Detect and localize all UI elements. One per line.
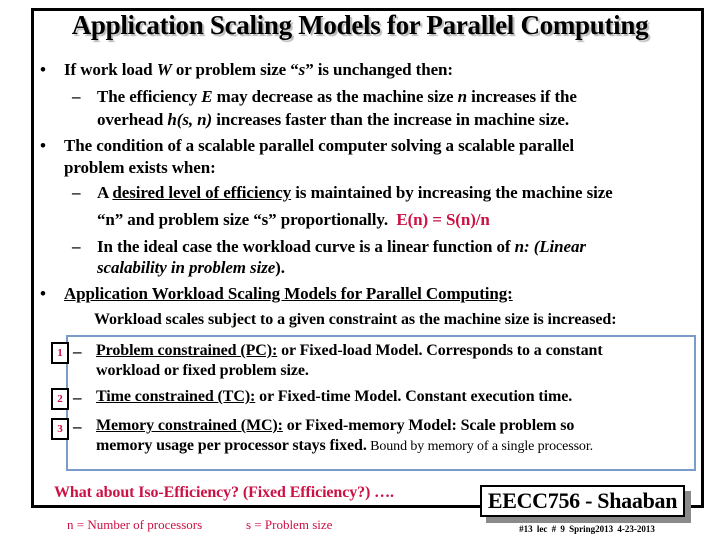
dash-icon: – xyxy=(73,342,82,361)
bullet-2-sub-2-line-1: In the ideal case the workload curve is … xyxy=(97,237,586,256)
bullet-2-line-1: The condition of a scalable parallel com… xyxy=(64,136,574,155)
slide-meta: #13 lec # 9 Spring2013 4-23-2013 xyxy=(519,524,655,534)
legend-n: n = Number of processors xyxy=(67,517,203,532)
bullet-1-text: If work load W or problem size “s” is un… xyxy=(64,60,453,79)
model-1-line-2: workload or fixed problem size. xyxy=(96,362,309,379)
bullet-2-sub-1-line-1: A desired level of efficiency is maintai… xyxy=(97,183,613,202)
bullet-1-sub-1-line-2: overhead h(s, n) increases faster than t… xyxy=(97,110,570,129)
bullet-2-sub-1-line-2: “n” and problem size “s” proportionally.… xyxy=(97,210,490,229)
dash-icon: – xyxy=(72,237,81,256)
legend-s: s = Problem size xyxy=(246,517,333,532)
dash-icon: – xyxy=(72,87,81,106)
model-1-line-1: Problem constrained (PC): or Fixed-load … xyxy=(96,342,603,359)
model-number-badge: 3 xyxy=(51,418,69,440)
dash-icon: – xyxy=(72,183,81,202)
model-2-line-1: Time constrained (TC): or Fixed-time Mod… xyxy=(96,388,573,405)
bullet-2-line-2: problem exists when: xyxy=(64,158,216,177)
bullet-icon: • xyxy=(40,284,46,303)
dash-icon: – xyxy=(73,388,82,407)
bullet-icon: • xyxy=(40,136,46,155)
dash-icon: – xyxy=(73,417,82,436)
bullet-icon: • xyxy=(40,60,46,79)
bullet-3-heading: Application Workload Scaling Models for … xyxy=(64,284,513,303)
bullet-3-subheading: Workload scales subject to a given const… xyxy=(94,311,617,328)
bullet-1-sub-1-line-1: The efficiency E may decrease as the mac… xyxy=(97,87,577,106)
course-label: EECC756 - Shaaban xyxy=(480,485,685,517)
efficiency-formula: E(n) = S(n)/n xyxy=(396,210,490,229)
iso-efficiency-question: What about Iso-Efficiency? (Fixed Effici… xyxy=(54,484,394,501)
model-3-line-1: Memory constrained (MC): or Fixed-memory… xyxy=(96,417,575,434)
model-number-badge: 1 xyxy=(51,342,69,364)
slide-title: Application Scaling Models for Parallel … xyxy=(71,10,649,40)
bullet-2-sub-2-line-2: scalability in problem size). xyxy=(97,258,285,277)
model-number-badge: 2 xyxy=(51,388,69,410)
model-3-line-2: memory usage per processor stays fixed. … xyxy=(96,437,594,454)
